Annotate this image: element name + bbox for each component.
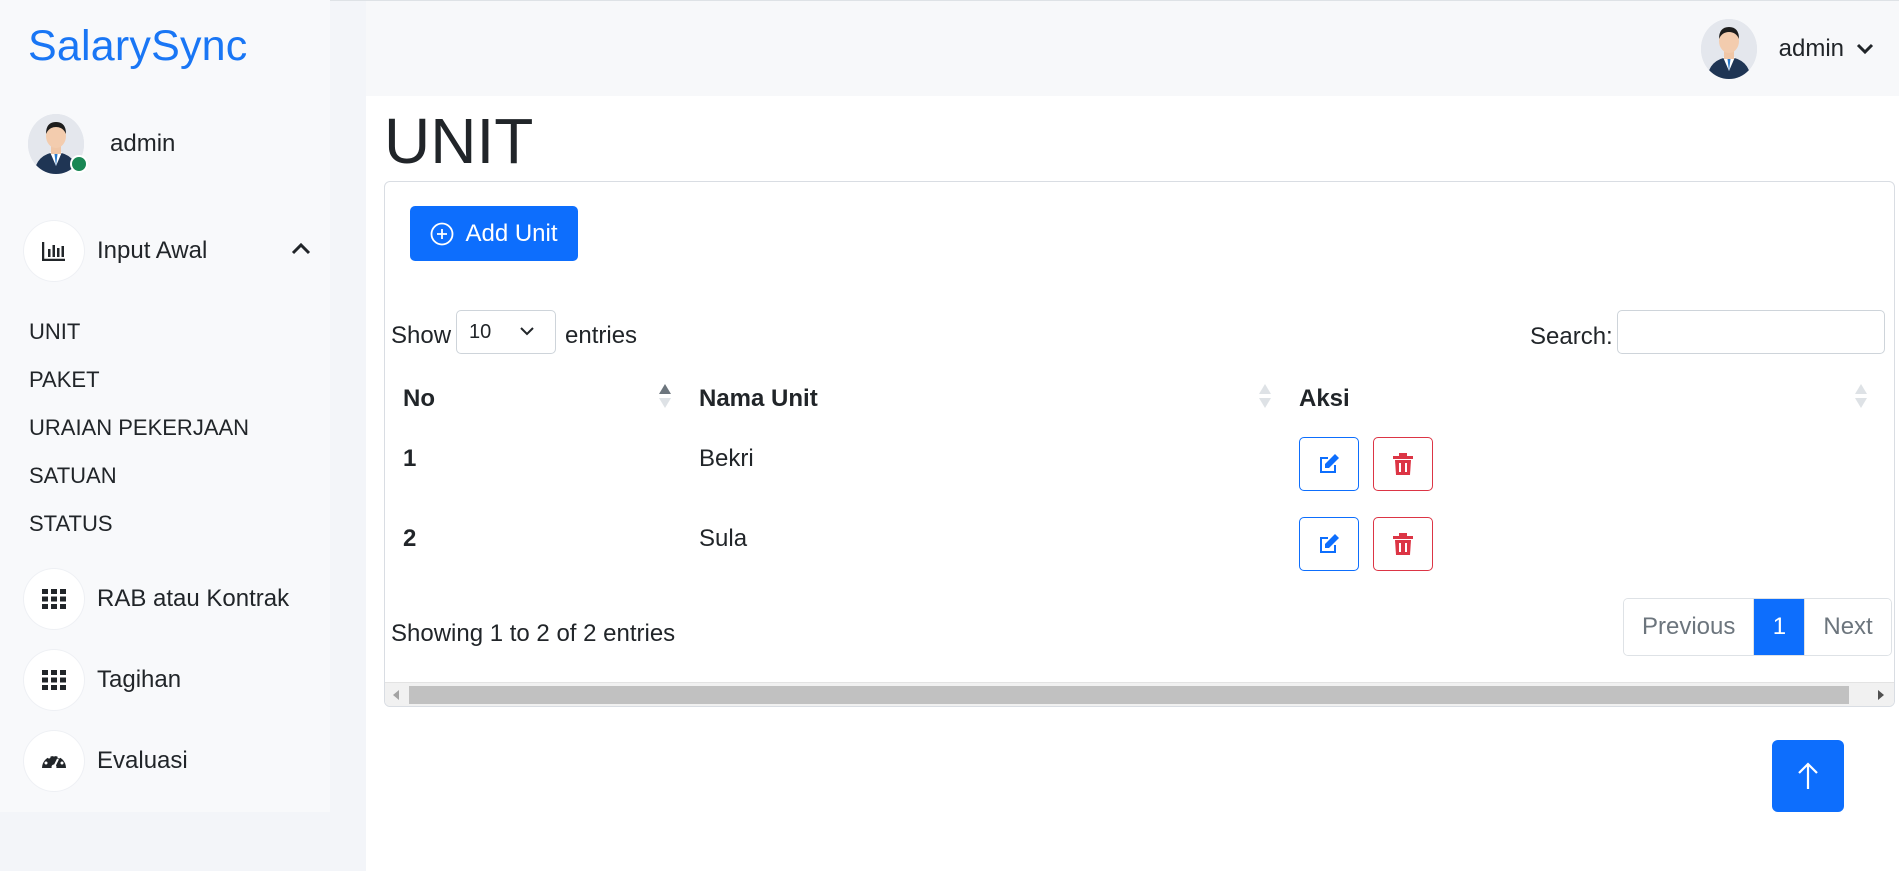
speedometer-icon: [24, 731, 84, 791]
edit-icon: [1320, 454, 1339, 473]
table-info: Showing 1 to 2 of 2 entries: [391, 620, 676, 647]
edit-button[interactable]: [1299, 517, 1359, 571]
add-unit-label: Add Unit: [465, 219, 558, 247]
scroll-right-icon[interactable]: [1878, 690, 1884, 700]
sidebar-item-tagihan[interactable]: Tagihan: [24, 650, 181, 710]
chevron-up-icon[interactable]: [290, 242, 312, 256]
submenu-item-status[interactable]: STATUS: [29, 511, 113, 537]
grid-icon: [24, 650, 84, 710]
page-title: UNIT: [384, 105, 534, 177]
sidebar: SalarySync admin Input Awal UNIT PAKET U…: [0, 0, 330, 812]
submenu-item-satuan[interactable]: SATUAN: [29, 463, 117, 489]
next-page-button[interactable]: Next: [1804, 599, 1891, 655]
user-dropdown[interactable]: admin: [1700, 19, 1874, 79]
page-length-value: 10: [469, 320, 492, 343]
unit-card: Add Unit Show 10 entries Search: No Nama…: [384, 181, 1895, 707]
sidebar-item-input-awal[interactable]: Input Awal: [24, 221, 207, 281]
delete-button[interactable]: [1373, 517, 1433, 571]
brand-logo[interactable]: SalarySync: [28, 22, 247, 71]
avatar: [1700, 19, 1757, 79]
table-cell-nama-unit: Sula: [699, 525, 748, 552]
delete-button[interactable]: [1373, 437, 1433, 491]
entries-label: entries: [565, 322, 638, 349]
bar-chart-icon: [24, 221, 84, 281]
back-to-top-button[interactable]: [1772, 740, 1844, 812]
page-button[interactable]: 1: [1754, 599, 1805, 655]
sidebar-item-evaluasi[interactable]: Evaluasi: [24, 731, 188, 791]
chevron-down-icon: [520, 327, 534, 336]
page-length-select[interactable]: 10: [456, 310, 556, 354]
edit-button[interactable]: [1299, 437, 1359, 491]
sidebar-username: admin: [110, 130, 176, 157]
sort-icon[interactable]: [1854, 382, 1868, 410]
sidebar-item-label: Tagihan: [97, 666, 182, 693]
scrollbar-thumb[interactable]: [409, 686, 1849, 704]
submenu-item-uraian-pekerjaan[interactable]: URAIAN PEKERJAAN: [29, 415, 249, 441]
submenu-item-paket[interactable]: PAKET: [29, 367, 100, 393]
sidebar-item-label: Input Awal: [97, 237, 208, 264]
sort-ascending-icon[interactable]: [658, 382, 672, 410]
online-status-dot: [70, 155, 88, 173]
topbar: admin: [366, 1, 1899, 96]
search-label: Search:: [1530, 323, 1613, 350]
sidebar-item-label: Evaluasi: [97, 747, 188, 774]
scroll-left-icon[interactable]: [393, 690, 399, 700]
sidebar-item-label: RAB atau Kontrak: [97, 585, 290, 612]
chevron-down-icon: [1856, 43, 1874, 55]
horizontal-scrollbar[interactable]: [385, 682, 1894, 706]
column-header-aksi[interactable]: Aksi: [1299, 385, 1350, 413]
table-cell-no: 1: [403, 445, 417, 472]
show-label: Show: [391, 322, 452, 349]
table-cell-no: 2: [403, 525, 417, 552]
edit-icon: [1320, 534, 1339, 553]
column-header-no[interactable]: No: [403, 385, 435, 413]
search-input[interactable]: [1617, 310, 1885, 354]
topbar-username: admin: [1778, 35, 1844, 62]
add-unit-button[interactable]: Add Unit: [410, 206, 578, 261]
sidebar-item-rab-atau-kontrak[interactable]: RAB atau Kontrak: [24, 569, 289, 629]
table-cell-nama-unit: Bekri: [699, 445, 754, 472]
trash-icon: [1393, 453, 1413, 475]
arrow-up-icon: [1798, 762, 1818, 789]
pagination: Previous 1 Next: [1623, 598, 1892, 656]
previous-page-button[interactable]: Previous: [1624, 599, 1755, 655]
grid-icon: [24, 569, 84, 629]
sort-icon[interactable]: [1258, 382, 1272, 410]
column-header-nama-unit[interactable]: Nama Unit: [699, 385, 818, 413]
trash-icon: [1393, 533, 1413, 555]
submenu-item-unit[interactable]: UNIT: [29, 319, 80, 345]
plus-circle-icon: [431, 222, 454, 245]
